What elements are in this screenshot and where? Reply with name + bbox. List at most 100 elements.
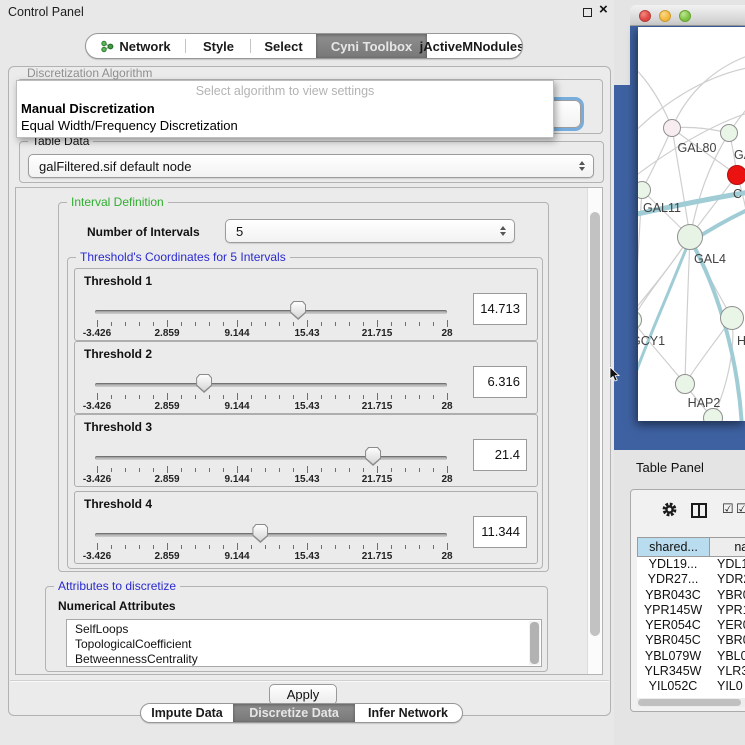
tab-infer-network[interactable]: Infer Network [355, 704, 461, 722]
slider-thumb[interactable] [196, 374, 212, 393]
tick-mark [209, 322, 210, 326]
tab-discretize-data[interactable]: Discretize Data [233, 704, 355, 722]
table-cell[interactable]: YBR043C [637, 588, 709, 603]
table-cell[interactable]: YER0 [709, 618, 745, 633]
attributes-list[interactable]: SelfLoopsTopologicalCoefficientBetweenne… [66, 619, 542, 667]
table-cell[interactable]: YPR1 [709, 603, 745, 618]
table-cell[interactable]: YPR145W [637, 603, 709, 618]
threshold-value-field[interactable]: 21.4 [473, 439, 527, 471]
tick-mark [447, 393, 448, 400]
tab-style[interactable]: Style [186, 34, 251, 58]
settings-gear-icon[interactable] [661, 501, 678, 518]
apply-button[interactable]: Apply [269, 684, 337, 705]
checkbox-checked-icon[interactable]: ☑ [722, 501, 734, 517]
table-cell[interactable]: YER054C [637, 618, 709, 633]
slider-track[interactable] [95, 456, 447, 460]
attributes-list-scrollbar[interactable] [529, 621, 540, 665]
tick-mark [307, 320, 308, 327]
table-body[interactable]: YDL19...YDL1YDR27...YDR2YBR043CYBR0YPR14… [637, 557, 745, 698]
table-cell[interactable]: YDR27... [637, 572, 709, 587]
table-cell[interactable]: YBR045C [637, 633, 709, 648]
table-data-combobox[interactable]: galFiltered.sif default node [28, 154, 594, 178]
tick-mark [195, 322, 196, 326]
network-node-label: C [733, 187, 742, 201]
network-icon [101, 40, 114, 53]
table-row[interactable]: YBR045CYBR0 [637, 633, 745, 648]
table-cell[interactable]: YDL19... [637, 557, 709, 572]
table-horizontal-scrollbar[interactable] [637, 698, 745, 707]
table-cell[interactable]: YBL0 [709, 649, 745, 664]
slider-thumb[interactable] [290, 301, 306, 320]
minimize-traffic-light-icon[interactable] [659, 10, 671, 22]
float-window-icon[interactable] [583, 8, 592, 17]
network-node[interactable] [675, 374, 695, 394]
tick-mark [223, 395, 224, 399]
number-of-intervals-combobox[interactable]: 5 [225, 219, 515, 243]
tab-jactivemnodules[interactable]: jActiveMNodules [427, 34, 517, 58]
table-row[interactable]: YBL079WYBL0 [637, 649, 745, 664]
attribute-list-item[interactable]: BetweennessCentrality [67, 652, 541, 667]
network-node[interactable] [677, 224, 703, 250]
table-row[interactable]: YDR27...YDR2 [637, 572, 745, 587]
column-header-name[interactable]: name [709, 537, 745, 557]
slider-thumb[interactable] [365, 447, 381, 466]
table-cell[interactable]: YBR0 [709, 633, 745, 648]
network-node-label: H [737, 334, 745, 348]
column-header-shared-name[interactable]: shared... [637, 537, 710, 557]
table-cell[interactable]: YLR345W [637, 664, 709, 679]
scale-label: 2.859 [142, 551, 192, 562]
table-row[interactable]: YPR145WYPR1 [637, 603, 745, 618]
close-icon[interactable]: × [599, 1, 608, 18]
threshold-value-field[interactable]: 6.316 [473, 366, 527, 398]
checkbox-checked-icon[interactable]: ☑ [736, 501, 745, 517]
table-row[interactable]: YLR345WYLR3 [637, 664, 745, 679]
network-window-titlebar[interactable] [630, 5, 745, 26]
scrollbar-thumb[interactable] [590, 212, 600, 636]
scale-label: 15.43 [282, 551, 332, 562]
split-columns-icon[interactable] [691, 503, 707, 518]
table-row[interactable]: YBR043CYBR0 [637, 588, 745, 603]
tick-mark [139, 468, 140, 472]
table-cell[interactable]: YBR0 [709, 588, 745, 603]
table-cell[interactable]: YDL1 [709, 557, 745, 572]
tab-cyni-toolbox[interactable]: Cyni Toolbox [316, 34, 427, 58]
network-canvas[interactable]: GAL80GACGAL11GAL4GCY1HHAP2 [638, 27, 745, 421]
tab-select[interactable]: Select [251, 34, 316, 58]
scale-label: 2.859 [142, 474, 192, 485]
network-node[interactable] [720, 306, 744, 330]
table-row[interactable]: YIL052CYIL0 [637, 679, 745, 694]
table-cell[interactable]: YIL052C [637, 679, 709, 694]
tick-mark [279, 395, 280, 399]
attribute-list-item[interactable]: TopologicalCoefficient [67, 637, 541, 652]
tick-mark [111, 322, 112, 326]
table-cell[interactable]: YLR3 [709, 664, 745, 679]
tick-mark [433, 468, 434, 472]
network-node[interactable] [663, 119, 681, 137]
tick-mark [363, 395, 364, 399]
table-cell[interactable]: YDR2 [709, 572, 745, 587]
threshold-value-field[interactable]: 11.344 [473, 516, 527, 548]
zoom-traffic-light-icon[interactable] [679, 10, 691, 22]
network-node[interactable] [720, 124, 738, 142]
table-cell[interactable]: YBL079W [637, 649, 709, 664]
table-row[interactable]: YER054CYER0 [637, 618, 745, 633]
dropdown-item-equal-width[interactable]: Equal Width/Frequency Discretization [21, 118, 549, 134]
slider-thumb[interactable] [252, 524, 268, 543]
network-node[interactable] [703, 408, 723, 421]
close-traffic-light-icon[interactable] [639, 10, 651, 22]
threshold-value-field[interactable]: 14.713 [473, 293, 527, 325]
table-row[interactable]: YDL19...YDL1 [637, 557, 745, 572]
table-cell[interactable]: YIL0 [709, 679, 745, 694]
scale-label: 28 [422, 474, 472, 485]
network-node[interactable] [727, 165, 745, 185]
slider-track[interactable] [95, 383, 447, 387]
tab-network[interactable]: Network [86, 34, 186, 58]
attribute-list-item[interactable]: SelfLoops [67, 622, 541, 637]
slider-track[interactable] [95, 310, 447, 314]
panel-vertical-scrollbar[interactable] [587, 188, 602, 674]
slider-track[interactable] [95, 533, 447, 537]
dropdown-item-manual-discretization[interactable]: Manual Discretization [21, 101, 549, 117]
tab-impute-data[interactable]: Impute Data [141, 704, 233, 722]
scrollbar-thumb[interactable] [638, 699, 741, 706]
threshold-label: Threshold 2 [84, 347, 152, 361]
